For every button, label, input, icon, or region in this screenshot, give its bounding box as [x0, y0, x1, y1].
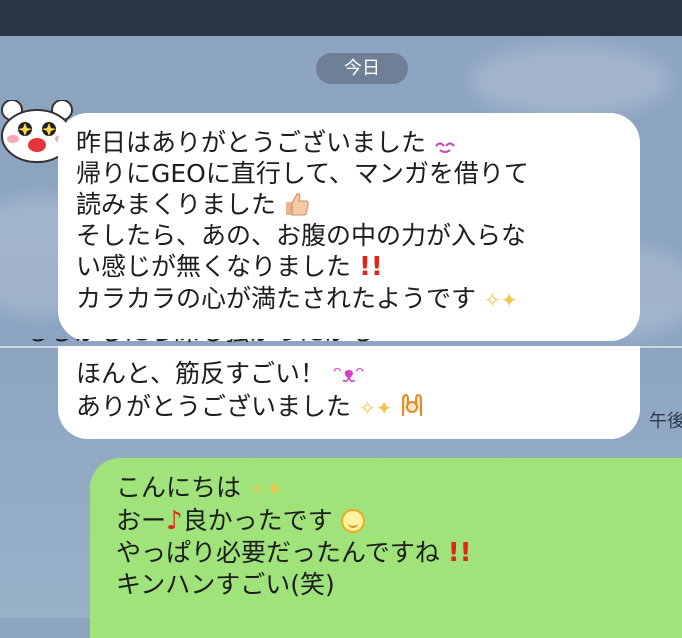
sparkles-icon: ✧✦ — [358, 396, 393, 420]
message-line: キンハンすごい(笑) — [116, 570, 335, 599]
double-exclamation-icon: !! — [358, 252, 383, 282]
smiling-eyes-icon — [435, 142, 455, 153]
message-timestamp: 午後 — [649, 411, 682, 432]
message-line: ほんと、筋反すごい！ ᵔᴥᵔ — [76, 359, 365, 388]
message-line: おー♪良かったです — [116, 505, 682, 537]
message-line: ありがとうございました ✧✦ — [76, 391, 622, 424]
incoming-message-bubble-continued[interactable]: ほんと、筋反すごい！ ᵔᴥᵔ ありがとうございました ✧✦ — [58, 346, 640, 439]
date-separator: 今日 — [316, 53, 408, 84]
grinning-face-icon: ᵔᴥᵔ — [332, 363, 365, 388]
sparkles-icon: ✧✦ — [248, 477, 283, 501]
message-line: 昨日はありがとうございました — [76, 127, 622, 158]
outgoing-message-bubble[interactable]: こんにちは ✧✦ おー♪良かったです やっぱり必要だったんですね !! キンハン… — [90, 458, 682, 638]
thumbs-up-icon — [285, 193, 309, 216]
message-line: こんにちは ✧✦ — [116, 473, 283, 502]
message-line: カラカラの心が満たされたようです ✧✦ — [76, 284, 518, 313]
message-line: そしたら、あの、お腹の中の力が入らな — [76, 221, 527, 250]
smiley-face-icon — [340, 509, 365, 533]
top-bar — [0, 0, 682, 36]
message-line: 読みまくりました — [76, 189, 622, 220]
praising-hands-icon — [402, 393, 423, 416]
message-line: い感じが無くなりました !! — [76, 252, 383, 282]
sparkles-icon: ✧✦ — [483, 288, 518, 312]
message-line: 帰りにGEOに直行して、マンガを借りて — [76, 159, 529, 188]
message-line: やっぱり必要だったんですね !! — [116, 538, 472, 568]
incoming-message-bubble[interactable]: 昨日はありがとうございました 帰りにGEOに直行して、マンガを借りて 読みまくり… — [58, 113, 640, 341]
music-note-icon: ♪ — [166, 506, 183, 536]
double-exclamation-icon: !! — [447, 538, 472, 568]
